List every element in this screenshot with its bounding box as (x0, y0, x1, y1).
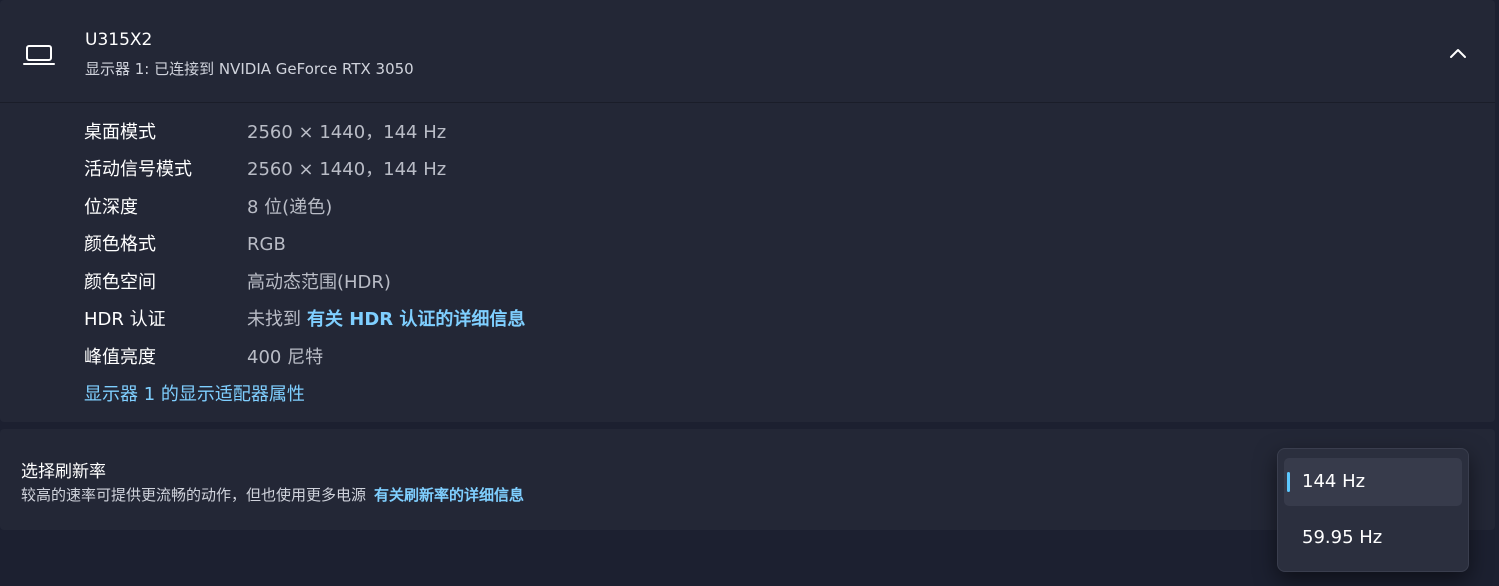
detail-value: 高动态范围(HDR) (247, 272, 391, 293)
detail-value: RGB (247, 234, 286, 255)
detail-value: 2560 × 1440，144 Hz (247, 159, 447, 180)
refresh-rate-dropdown[interactable]: 144 Hz 59.95 Hz (1277, 448, 1469, 572)
refresh-rate-card: 选择刷新率 较高的速率可提供更流畅的动作，但也使用更多电源 有关刷新率的详细信息 (0, 429, 1495, 530)
refresh-rate-description: 较高的速率可提供更流畅的动作，但也使用更多电源 有关刷新率的详细信息 (21, 484, 524, 505)
detail-row-bit-depth: 位深度 8 位(递色) (0, 194, 1000, 222)
refresh-description-text: 较高的速率可提供更流畅的动作，但也使用更多电源 (21, 486, 367, 504)
rate-option-label: 144 Hz (1302, 471, 1366, 492)
display-subtitle: 显示器 1: 已连接到 NVIDIA GeForce RTX 3050 (85, 60, 414, 78)
detail-row-color-space: 颜色空间 高动态范围(HDR) (0, 269, 1000, 297)
detail-row-desktop-mode: 桌面模式 2560 × 1440，144 Hz (0, 119, 1000, 147)
selected-indicator (1287, 472, 1290, 492)
detail-label: 桌面模式 (84, 122, 156, 143)
display-card: U315X2 显示器 1: 已连接到 NVIDIA GeForce RTX 30… (0, 0, 1495, 422)
detail-value: 未找到 有关 HDR 认证的详细信息 (247, 306, 525, 334)
detail-value: 8 位(递色) (247, 197, 333, 218)
detail-label: 位深度 (84, 197, 138, 218)
display-header[interactable]: U315X2 显示器 1: 已连接到 NVIDIA GeForce RTX 30… (0, 0, 1495, 103)
detail-row-peak-brightness: 峰值亮度 400 尼特 (0, 344, 1000, 372)
laptop-icon (23, 42, 55, 68)
detail-row-color-format: 颜色格式 RGB (0, 231, 1000, 259)
detail-row-active-signal-mode: 活动信号模式 2560 × 1440，144 Hz (0, 156, 1000, 184)
detail-label: 峰值亮度 (84, 347, 156, 368)
rate-option-144[interactable]: 144 Hz (1284, 458, 1462, 506)
hdr-status: 未找到 (247, 309, 301, 330)
chevron-up-icon (1449, 44, 1467, 63)
rate-option-59-95[interactable]: 59.95 Hz (1284, 514, 1462, 562)
detail-value: 400 尼特 (247, 347, 324, 368)
collapse-button[interactable] (1437, 32, 1479, 74)
detail-label: 活动信号模式 (84, 159, 192, 180)
detail-value: 2560 × 1440，144 Hz (247, 122, 447, 143)
adapter-properties-link[interactable]: 显示器 1 的显示适配器属性 (84, 381, 305, 409)
detail-label: HDR 认证 (84, 309, 166, 330)
rate-option-label: 59.95 Hz (1302, 527, 1383, 548)
detail-label: 颜色空间 (84, 272, 156, 293)
refresh-rate-title: 选择刷新率 (21, 462, 106, 482)
detail-label: 颜色格式 (84, 234, 156, 255)
refresh-rate-info-link[interactable]: 有关刷新率的详细信息 (374, 486, 524, 504)
detail-row-hdr-certification: HDR 认证 未找到 有关 HDR 认证的详细信息 (0, 306, 1000, 334)
hdr-certification-link[interactable]: 有关 HDR 认证的详细信息 (307, 309, 525, 330)
display-name: U315X2 (85, 30, 153, 50)
